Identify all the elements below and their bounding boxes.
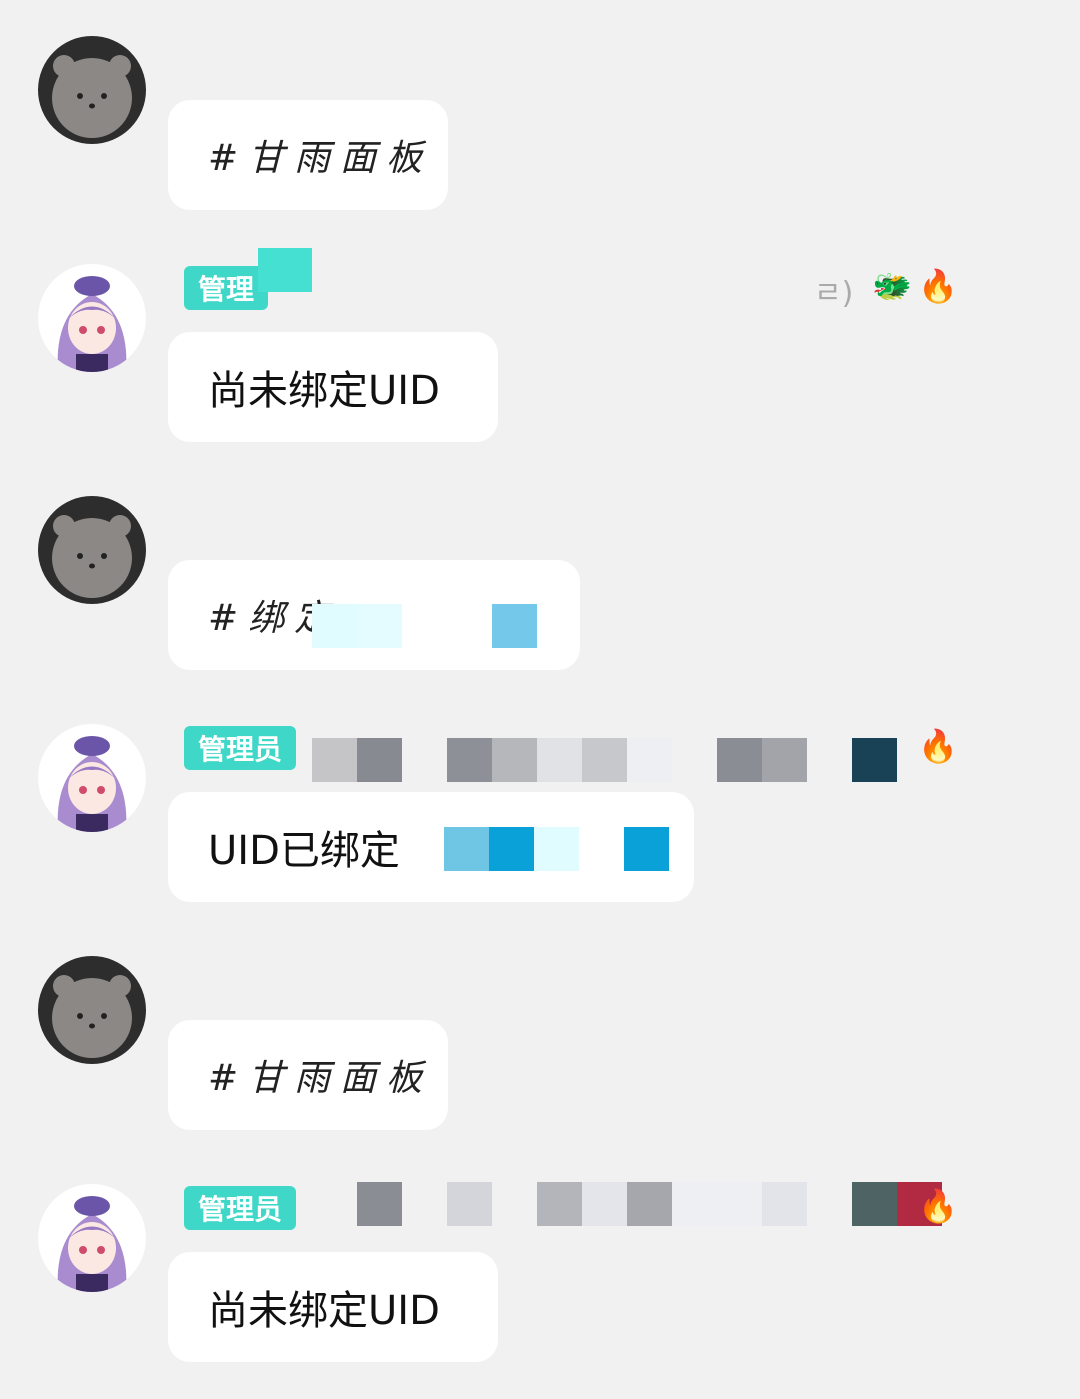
user-avatar[interactable] xyxy=(38,956,146,1064)
bot-avatar[interactable] xyxy=(38,724,146,832)
message-bubble[interactable]: #甘雨面板 xyxy=(168,100,448,210)
fire-icon: 🔥 xyxy=(918,1187,958,1225)
censor-mosaic xyxy=(312,604,537,648)
bot-avatar[interactable] xyxy=(38,264,146,372)
censor-mosaic xyxy=(312,738,897,782)
bear-avatar-icon xyxy=(38,956,146,1064)
message-text: #甘雨面板 xyxy=(208,1058,433,1099)
admin-badge: 管理 xyxy=(184,266,269,310)
message-text: #甘雨面板 xyxy=(208,138,433,179)
bot-avatar[interactable] xyxy=(38,1184,146,1292)
fire-icon: 🔥 xyxy=(918,267,958,305)
admin-badge-label: 管理员 xyxy=(198,733,283,766)
message-bubble[interactable]: 尚未绑定UID xyxy=(168,332,498,442)
anime-girl-avatar-icon xyxy=(38,1184,146,1292)
admin-badge-label: 管理 xyxy=(198,273,255,306)
message-text: 尚未绑定UID xyxy=(208,1288,440,1334)
censor-block xyxy=(258,248,312,292)
user-avatar[interactable] xyxy=(38,496,146,604)
admin-badge-label: 管理员 xyxy=(198,1193,283,1226)
sender-name-fragment: ㄹ) xyxy=(814,276,854,311)
message-bubble[interactable]: 尚未绑定UID xyxy=(168,1252,498,1362)
fire-icon: 🔥 xyxy=(918,727,958,765)
admin-badge: 管理员 xyxy=(184,726,297,770)
message-bubble[interactable]: #甘雨面板 xyxy=(168,1020,448,1130)
message-text: UID已绑定 xyxy=(208,828,400,874)
message-text: 尚未绑定UID xyxy=(208,368,440,414)
bear-avatar-icon xyxy=(38,496,146,604)
dragon-icon: 🐲 xyxy=(872,267,912,305)
censor-mosaic xyxy=(444,827,669,871)
censor-mosaic xyxy=(312,1182,942,1226)
user-avatar[interactable] xyxy=(38,36,146,144)
bear-avatar-icon xyxy=(38,36,146,144)
anime-girl-avatar-icon xyxy=(38,264,146,372)
admin-badge: 管理员 xyxy=(184,1186,297,1230)
anime-girl-avatar-icon xyxy=(38,724,146,832)
